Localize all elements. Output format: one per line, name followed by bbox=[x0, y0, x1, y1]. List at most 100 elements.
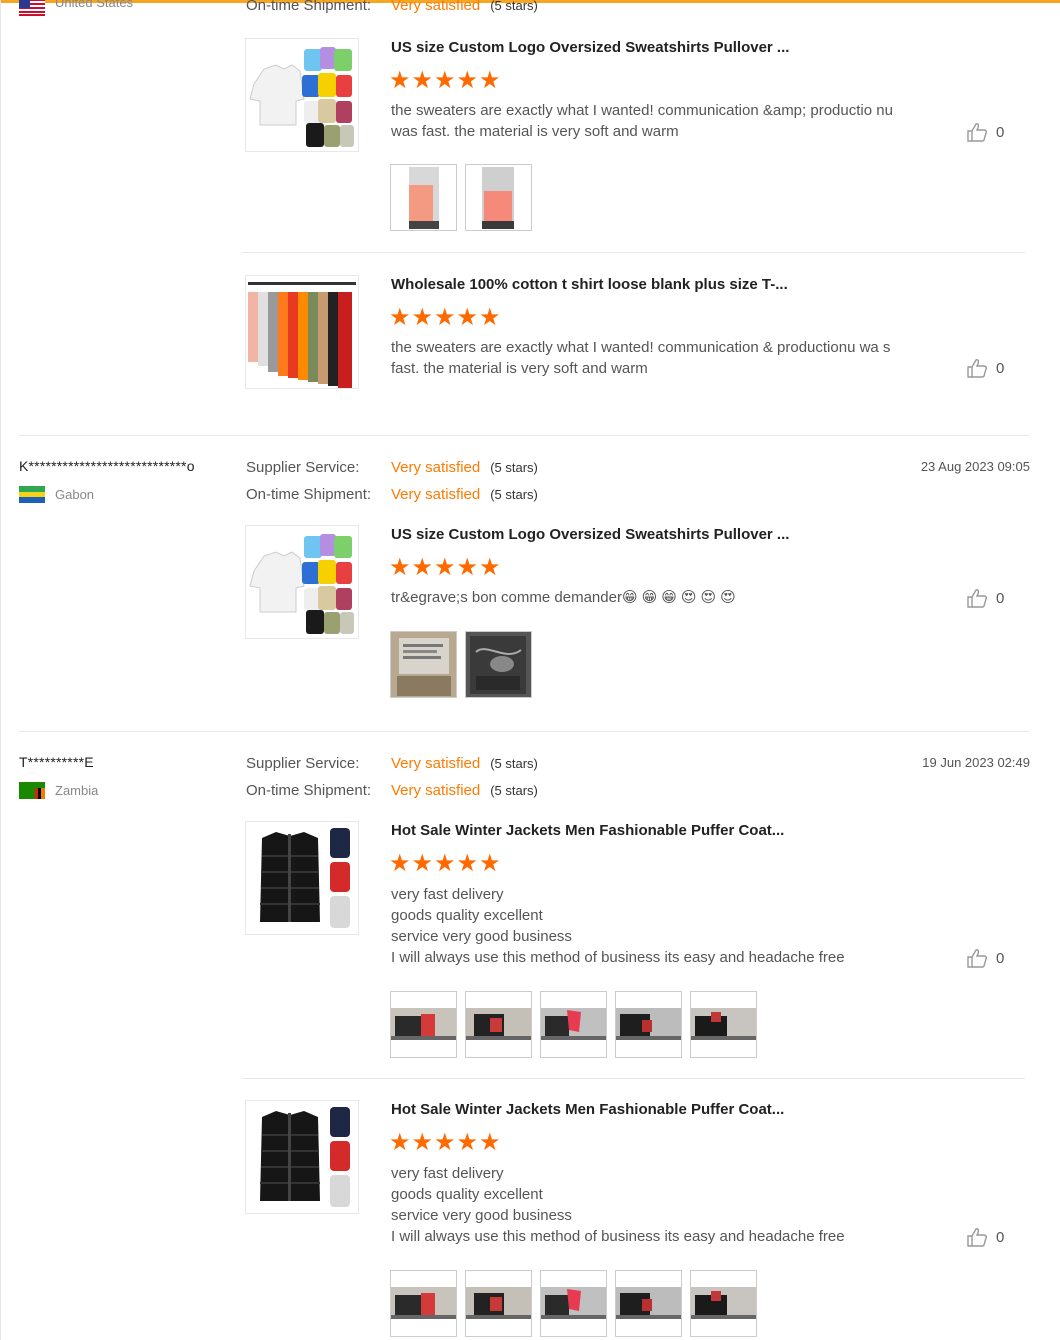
review-photo[interactable] bbox=[390, 1270, 457, 1337]
review-photo[interactable] bbox=[465, 164, 532, 231]
star-icon: ★ bbox=[411, 1129, 434, 1156]
puffer-vest-product-image[interactable] bbox=[245, 1100, 359, 1214]
review-photo[interactable] bbox=[540, 1270, 607, 1337]
product-title[interactable]: US size Custom Logo Oversized Sweatshirt… bbox=[391, 526, 789, 543]
shipment-stars: (5 stars) bbox=[490, 487, 538, 502]
like-button[interactable]: 0 bbox=[966, 358, 1004, 378]
review-photos bbox=[390, 164, 540, 231]
shipment-value: Very satisfied bbox=[391, 486, 481, 503]
review-text-body: tr&egrave;s bon comme demander bbox=[391, 589, 622, 606]
review-text: tr&egrave;s bon comme demander😁 😁 😁 😍 😍 😍 bbox=[391, 587, 906, 608]
star-icon: ★ bbox=[479, 850, 501, 877]
reviewer-name: K****************************o bbox=[19, 458, 195, 474]
review-photo[interactable] bbox=[465, 1270, 532, 1337]
us-flag-icon bbox=[19, 0, 45, 16]
product-title[interactable]: US size Custom Logo Oversized Sweatshirt… bbox=[391, 39, 789, 56]
shipment-label: On-time Shipment: bbox=[246, 782, 372, 799]
like-count: 0 bbox=[996, 949, 1005, 967]
thumbs-up-icon bbox=[967, 1228, 988, 1247]
star-rating: ★ ★ ★ ★ ★ bbox=[389, 306, 502, 330]
shipment-value: Very satisfied bbox=[391, 782, 481, 799]
star-icon: ★ bbox=[456, 850, 479, 877]
shipment-label: On-time Shipment: bbox=[246, 0, 372, 14]
thumbs-up-icon bbox=[967, 359, 988, 378]
review-date: 23 Aug 2023 09:05 bbox=[920, 459, 1030, 474]
hoodies-product-image[interactable] bbox=[245, 38, 359, 152]
like-button[interactable]: 0 bbox=[966, 588, 1004, 608]
review-text-line: goods quality excellent bbox=[391, 1186, 543, 1203]
tshirt-rack-product-image[interactable] bbox=[245, 275, 359, 389]
review-photos bbox=[390, 631, 540, 698]
review-text: very fast delivery goods quality excelle… bbox=[391, 884, 951, 968]
grinning-emoji-icon: 😁 bbox=[641, 589, 658, 606]
review-text-line: very fast delivery bbox=[391, 1165, 504, 1182]
star-icon: ★ bbox=[479, 1129, 501, 1156]
zambia-flag-icon bbox=[19, 782, 45, 799]
review-photo[interactable] bbox=[465, 991, 532, 1058]
review-divider bbox=[19, 731, 1029, 732]
item-divider bbox=[242, 252, 1025, 253]
star-icon: ★ bbox=[411, 850, 434, 877]
shipment-value: Very satisfied bbox=[391, 0, 481, 14]
shipment-stars: (5 stars) bbox=[490, 783, 538, 798]
like-button[interactable]: 0 bbox=[966, 948, 1004, 968]
hoodies-product-image[interactable] bbox=[245, 525, 359, 639]
review-photo[interactable] bbox=[690, 991, 757, 1058]
review-photo[interactable] bbox=[390, 164, 457, 231]
shipment-stars: (5 stars) bbox=[490, 0, 538, 13]
review-text: the sweaters are exactly what I wanted! … bbox=[391, 339, 891, 377]
like-button[interactable]: 0 bbox=[966, 1227, 1004, 1247]
supplier-service-value: Very satisfied bbox=[391, 459, 481, 476]
review-photo[interactable] bbox=[615, 1270, 682, 1337]
supplier-service-row: Supplier Service: Very satisfied (5 star… bbox=[246, 755, 538, 772]
supplier-service-label: Supplier Service: bbox=[246, 755, 360, 772]
star-icon: ★ bbox=[434, 1129, 456, 1156]
product-title[interactable]: Wholesale 100% cotton t shirt loose blan… bbox=[391, 276, 788, 293]
thumbs-up-icon bbox=[967, 589, 988, 608]
shipment-rating-row: On-time Shipment: Very satisfied (5 star… bbox=[246, 486, 538, 503]
like-count: 0 bbox=[996, 123, 1005, 141]
review-photo[interactable] bbox=[615, 991, 682, 1058]
star-rating: ★ ★ ★ ★ ★ bbox=[389, 1131, 502, 1155]
like-button[interactable]: 0 bbox=[966, 122, 1004, 142]
star-icon: ★ bbox=[411, 304, 434, 331]
reviewer-country: United States bbox=[19, 0, 133, 16]
star-icon: ★ bbox=[434, 67, 456, 94]
shipment-rating-row: On-time Shipment: Very satisfied (5 star… bbox=[246, 0, 538, 14]
star-icon: ★ bbox=[434, 850, 456, 877]
product-title[interactable]: Hot Sale Winter Jackets Men Fashionable … bbox=[391, 1101, 784, 1118]
supplier-service-stars: (5 stars) bbox=[490, 756, 538, 771]
shipment-label: On-time Shipment: bbox=[246, 486, 372, 503]
grinning-emoji-icon: 😁 bbox=[661, 589, 677, 606]
country-name: Zambia bbox=[55, 783, 99, 798]
review-photo[interactable] bbox=[690, 1270, 757, 1337]
thumbs-up-icon bbox=[967, 123, 988, 142]
puffer-vest-product-image[interactable] bbox=[245, 821, 359, 935]
item-divider bbox=[242, 1078, 1025, 1079]
review-text-line: very fast delivery bbox=[391, 886, 504, 903]
shipment-rating-row: On-time Shipment: Very satisfied (5 star… bbox=[246, 782, 538, 799]
review-photo[interactable] bbox=[465, 631, 532, 698]
review-date: 19 Jun 2023 02:49 bbox=[922, 755, 1030, 770]
review-photo[interactable] bbox=[540, 991, 607, 1058]
reviewer-info: K****************************o Gabon bbox=[19, 458, 195, 503]
star-icon: ★ bbox=[479, 554, 501, 581]
star-rating: ★ ★ ★ ★ ★ bbox=[389, 556, 502, 580]
thumbs-up-icon bbox=[967, 949, 988, 968]
left-border bbox=[0, 0, 1, 1340]
review-photo[interactable] bbox=[390, 991, 457, 1058]
supplier-service-value: Very satisfied bbox=[391, 755, 481, 772]
star-icon: ★ bbox=[389, 1129, 411, 1156]
supplier-service-row: Supplier Service: Very satisfied (5 star… bbox=[246, 459, 538, 476]
country-name: Gabon bbox=[55, 487, 95, 502]
reviewer-name: T**********E bbox=[19, 754, 94, 770]
supplier-service-label: Supplier Service: bbox=[246, 459, 360, 476]
star-icon: ★ bbox=[456, 304, 479, 331]
review-photo[interactable] bbox=[390, 631, 457, 698]
product-title[interactable]: Hot Sale Winter Jackets Men Fashionable … bbox=[391, 822, 784, 839]
review-photos bbox=[390, 1270, 765, 1337]
reviewer-country: Zambia bbox=[19, 782, 98, 799]
like-count: 0 bbox=[996, 359, 1005, 377]
grinning-emoji-icon: 😁 bbox=[621, 589, 638, 606]
review-divider bbox=[19, 435, 1029, 436]
